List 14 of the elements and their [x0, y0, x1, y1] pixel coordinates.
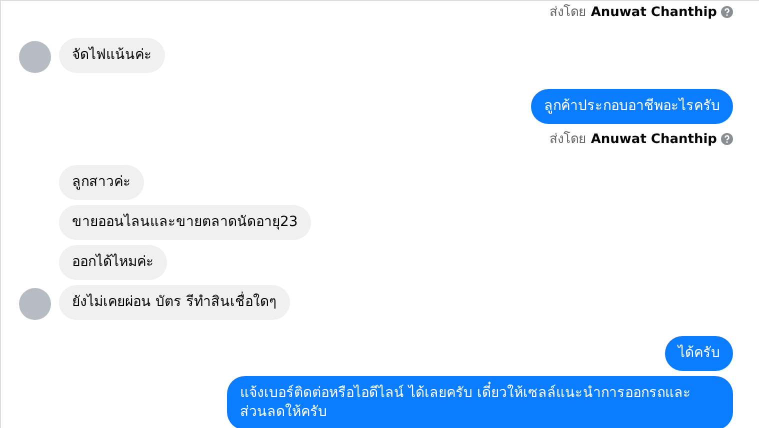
- message-bubble: แจ้งเบอร์ติดต่อหรือไอดีไลน์ ได้เลยครับ เดี๋ยวให้เซลล์แนะนำการออกรถและ ส่วนลดให้ครับ: [227, 376, 733, 428]
- sender-note: ส่งโดย Anuwat Chanthip: [550, 130, 717, 149]
- sender-note: ส่งโดย Anuwat Chanthip: [550, 3, 717, 22]
- message-bubble: ขายออนไลนและขายตลาดนัดอายุ23: [59, 205, 311, 240]
- message-bubble: ออกได้ไหมค่ะ: [59, 245, 167, 280]
- avatar[interactable]: [19, 288, 51, 320]
- message-bubble: ได้ครับ: [665, 336, 733, 371]
- avatar[interactable]: [19, 41, 51, 73]
- help-icon[interactable]: [721, 132, 733, 144]
- message-bubble: จัดไฟแน้นค่ะ: [59, 38, 165, 73]
- message-bubble: ยังไม่เคยผ่อน บัตร รีทำสินเชื่อใดๆ: [59, 285, 290, 320]
- help-icon[interactable]: [721, 6, 733, 18]
- message-bubble: ลูกค้าประกอบอาชีพอะไรครับ: [531, 89, 733, 124]
- message-bubble: ลูกสาวค่ะ: [59, 165, 144, 200]
